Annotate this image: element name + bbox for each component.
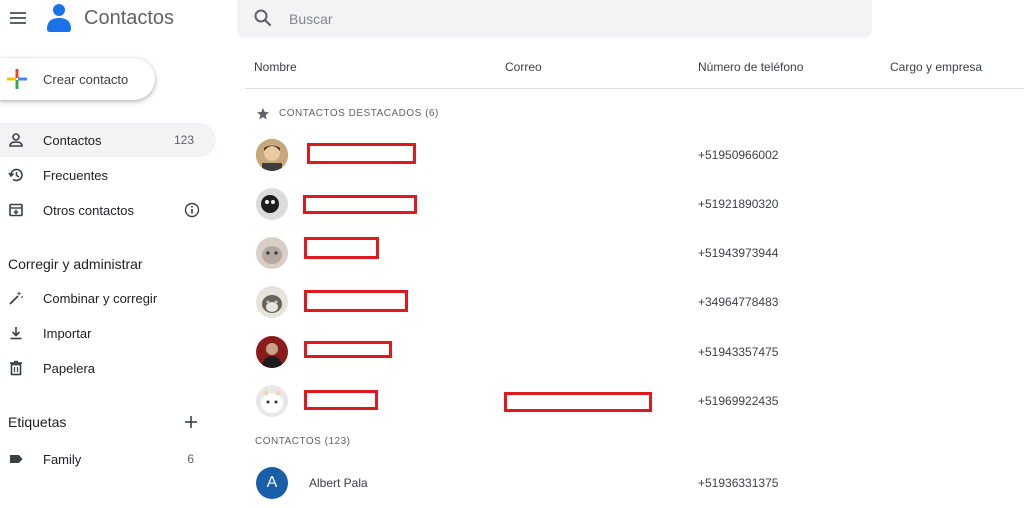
contacts-group-label: CONTACTOS (123) — [255, 436, 351, 447]
sidebar-item-label: Family — [43, 452, 82, 467]
create-contact-button[interactable]: Crear contacto — [0, 58, 155, 100]
plus-icon — [7, 69, 27, 89]
magic-wand-icon — [9, 291, 23, 305]
info-icon[interactable] — [184, 202, 200, 218]
redacted-name — [304, 341, 392, 358]
redacted-name — [303, 195, 417, 214]
star-icon — [257, 108, 269, 120]
column-header-name[interactable]: Nombre — [254, 60, 297, 74]
table-row[interactable]: +34964778483 — [245, 278, 1024, 326]
sidebar-item-label: Combinar y corregir — [43, 291, 158, 306]
main-menu-icon[interactable] — [6, 6, 30, 30]
search-icon[interactable] — [253, 8, 273, 28]
sidebar-item-frecuentes[interactable]: Frecuentes — [0, 158, 216, 192]
redacted-name — [307, 143, 416, 164]
manage-section-title: Corregir y administrar — [8, 256, 143, 272]
redacted-name — [304, 237, 379, 259]
column-header-job[interactable]: Cargo y empresa — [890, 60, 982, 74]
labels-section-title: Etiquetas — [8, 414, 67, 430]
phone-number: +51921890320 — [698, 197, 779, 211]
avatar — [256, 385, 288, 417]
archive-icon — [9, 203, 23, 217]
sidebar-item-importar[interactable]: Importar — [0, 316, 216, 350]
starred-group-label: CONTACTOS DESTACADOS (6) — [279, 108, 439, 119]
contact-name: Albert Pala — [309, 476, 368, 490]
phone-number: +34964778483 — [698, 295, 779, 309]
phone-number: +51943357475 — [698, 345, 779, 359]
header-divider — [245, 88, 1024, 89]
sidebar-item-contactos[interactable]: Contactos 123 — [0, 123, 216, 157]
table-row[interactable]: +51921890320 — [245, 180, 1024, 228]
table-row[interactable]: A Albert Pala +51936331375 — [245, 459, 1024, 507]
avatar — [256, 139, 288, 171]
trash-icon — [10, 360, 22, 376]
phone-number: +51936331375 — [698, 476, 779, 490]
phone-number: +51950966002 — [698, 148, 779, 162]
sidebar-item-family[interactable]: Family 6 — [0, 442, 216, 476]
contacts-count: 123 — [173, 133, 194, 147]
app-title: Contactos — [84, 7, 175, 29]
contacts-logo-icon — [47, 4, 71, 32]
download-icon — [10, 327, 22, 340]
history-icon — [8, 168, 23, 182]
search-bar[interactable] — [237, 0, 872, 38]
avatar — [256, 188, 288, 220]
redacted-name — [304, 390, 378, 410]
redacted-name — [304, 290, 408, 312]
sidebar-item-label: Papelera — [43, 361, 96, 376]
sidebar-item-label: Otros contactos — [43, 203, 135, 218]
sidebar-item-combinar[interactable]: Combinar y corregir — [0, 281, 216, 315]
column-header-phone[interactable]: Número de teléfono — [698, 60, 803, 74]
label-count: 6 — [187, 452, 194, 466]
avatar: A — [256, 467, 288, 499]
search-input[interactable] — [289, 0, 849, 38]
avatar — [256, 336, 288, 368]
table-row[interactable]: +51969922435 — [245, 377, 1024, 425]
column-header-email[interactable]: Correo — [505, 60, 542, 74]
redacted-email — [504, 392, 652, 412]
table-row[interactable]: +51943973944 — [245, 229, 1024, 277]
sidebar-item-otros-contactos[interactable]: Otros contactos — [0, 193, 216, 227]
avatar — [256, 286, 288, 318]
sidebar-item-label: Frecuentes — [43, 168, 109, 183]
sidebar-item-label: Contactos — [43, 133, 102, 148]
phone-number: +51943973944 — [698, 246, 779, 260]
label-icon — [10, 455, 23, 463]
table-row[interactable]: +51943357475 — [245, 328, 1024, 376]
avatar — [256, 237, 288, 269]
person-icon — [9, 133, 23, 147]
sidebar-item-label: Importar — [43, 326, 92, 341]
add-label-icon[interactable] — [182, 413, 200, 431]
sidebar-item-papelera[interactable]: Papelera — [0, 351, 216, 385]
top-bar: Contactos — [0, 0, 1024, 40]
table-row[interactable]: +51950966002 — [245, 131, 1024, 179]
phone-number: +51969922435 — [698, 394, 779, 408]
create-contact-label: Crear contacto — [43, 72, 129, 87]
